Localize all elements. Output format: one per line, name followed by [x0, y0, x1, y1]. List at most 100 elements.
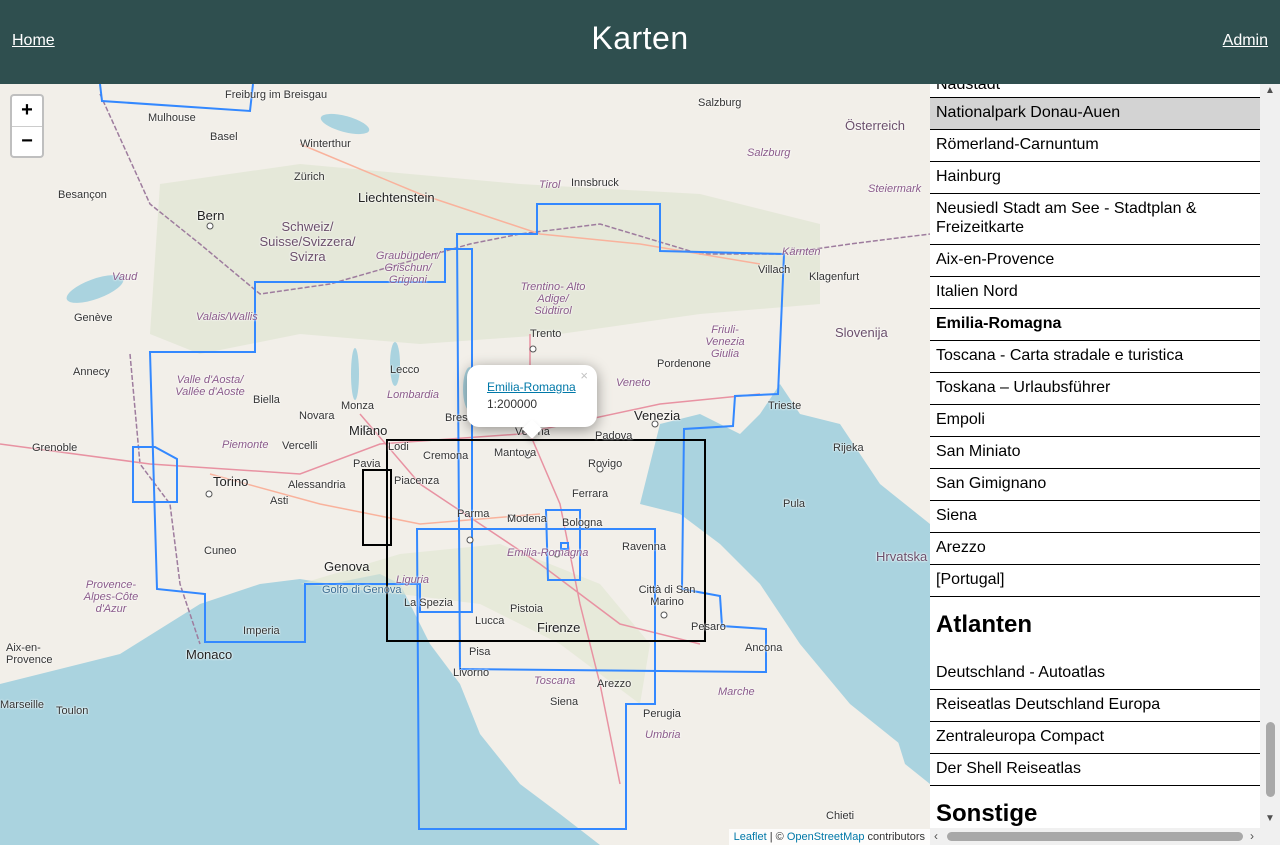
map-label: Valais/Wallis — [196, 311, 258, 323]
list-item[interactable]: San Gimignano — [930, 469, 1260, 501]
map-label: Pistoia — [510, 603, 544, 615]
map-label: Perugia — [643, 708, 681, 720]
map-label: Golfo di Genova — [322, 584, 402, 596]
sidebar-vertical-scrollbar[interactable]: ▲ ▼ — [1260, 84, 1280, 829]
scroll-up-icon[interactable]: ▲ — [1265, 85, 1275, 96]
map-popup: × Emilia-Romagna 1:200000 — [467, 365, 597, 439]
header: Home Karten Admin — [0, 0, 1280, 84]
horizontal-scroll-thumb[interactable] — [947, 832, 1243, 841]
map-label: Piacenza — [394, 475, 440, 487]
map-label: Ravenna — [622, 541, 667, 553]
list-item[interactable]: Siena — [930, 501, 1260, 533]
map-label: Innsbruck — [571, 177, 619, 189]
zoom-in-button[interactable]: + — [12, 96, 42, 126]
list-item[interactable]: Hainburg — [930, 162, 1260, 194]
map-label: Winterthur — [300, 138, 351, 150]
map-label: Villach — [758, 264, 791, 276]
list-item[interactable]: Deutschland - Autoatlas — [930, 658, 1260, 690]
map-label: Emilia-Romagna — [507, 547, 589, 559]
map-label: Venezia — [634, 408, 681, 423]
list-item[interactable]: Reiseatlas Deutschland Europa — [930, 690, 1260, 722]
map-label: Città di San Marino — [638, 584, 696, 608]
map-label: Besançon — [58, 189, 107, 201]
map-label: Biella — [253, 394, 280, 406]
section-heading-atlanten: Atlanten — [936, 611, 1032, 638]
list-item[interactable]: Arezzo — [930, 533, 1260, 565]
map-label: Steiermark — [868, 183, 922, 195]
map-label: Chieti — [826, 810, 855, 822]
map-label: Trentino- Alto Adige/ Südtirol — [520, 281, 586, 317]
map-label: Grenoble — [32, 442, 78, 454]
map-label: Monaco — [186, 647, 233, 662]
list-item[interactable]: Aix-en-Provence — [930, 245, 1260, 277]
map-label: Pisa — [469, 646, 491, 658]
zoom-control: + − — [10, 94, 44, 158]
map-label: Imperia — [243, 625, 280, 637]
map-label: Asti — [270, 495, 289, 507]
map-label: Toscana — [534, 675, 576, 687]
admin-link[interactable]: Admin — [1223, 32, 1268, 50]
map-label: Annecy — [73, 366, 110, 378]
popup-scale: 1:200000 — [487, 397, 538, 411]
map-label: Veneto — [616, 377, 651, 389]
map-label: Trieste — [768, 400, 802, 412]
map-label: Marseille — [0, 699, 45, 711]
list-item[interactable]: Zentraleuropa Compact — [930, 722, 1260, 754]
map-label: Friuli- Venezia Giulia — [705, 324, 745, 360]
map-label: Parma — [457, 508, 490, 520]
map-label: Cuneo — [204, 545, 237, 557]
scroll-left-icon[interactable]: ‹ — [934, 829, 938, 843]
map-label: Firenze — [537, 620, 581, 635]
map-label: Modena — [507, 513, 547, 525]
map-label: Ancona — [745, 642, 783, 654]
map-label: Lucca — [475, 615, 505, 627]
road — [209, 473, 541, 525]
list-item[interactable]: [Portugal] — [930, 565, 1260, 597]
map-label: Vaud — [112, 271, 138, 283]
map-label: Siena — [550, 696, 579, 708]
popup-close-button[interactable]: × — [580, 368, 588, 383]
list-item[interactable]: Nationalpark Donau-Auen — [930, 98, 1260, 130]
map-label: Freiburg im Breisgau — [225, 89, 328, 101]
map-label: Rovigo — [588, 458, 623, 470]
list-item-active[interactable]: Emilia-Romagna — [930, 309, 1260, 341]
map-label: Cremona — [423, 450, 469, 462]
list-item[interactable]: Italien Nord — [930, 277, 1260, 309]
map-label: Toulon — [56, 705, 89, 717]
map-label: Pavia — [353, 458, 381, 470]
leaflet-link[interactable]: Leaflet — [734, 831, 767, 843]
map-label: Trento — [530, 328, 562, 340]
map-label: Genève — [74, 312, 113, 324]
map-label: Lodi — [388, 441, 409, 453]
list-item[interactable]: Römerland-Carnuntum — [930, 130, 1260, 162]
map-label: Umbria — [645, 729, 681, 741]
popup-map-link[interactable]: Emilia-Romagna — [487, 379, 577, 396]
list-item[interactable]: Neusiedl Stadt am See - Stadtplan & Frei… — [930, 194, 1260, 245]
list-item[interactable]: Empoli — [930, 405, 1260, 437]
map-label: Zürich — [294, 171, 325, 183]
map-label: Kärnten — [782, 246, 821, 258]
map-list-sidebar[interactable]: Nadstadt Nationalpark Donau-Auen Römerla… — [930, 84, 1280, 845]
list-item[interactable]: Der Shell Reiseatlas — [930, 754, 1260, 786]
map-label: Klagenfurt — [809, 271, 860, 283]
section-heading-sonstige: Sonstige — [936, 800, 1038, 827]
sidebar-horizontal-scrollbar[interactable]: ‹ › — [930, 828, 1280, 845]
map-label: Ferrara — [572, 488, 609, 500]
list-item-cut[interactable]: Nadstadt — [930, 84, 1260, 98]
list-item[interactable]: San Miniato — [930, 437, 1260, 469]
attribution-separator: | © — [766, 831, 787, 843]
vertical-scroll-thumb[interactable] — [1266, 722, 1275, 797]
map-label: Alessandria — [288, 479, 346, 491]
map-label: Marche — [718, 686, 755, 698]
map-label: Livorno — [453, 667, 490, 679]
zoom-out-button[interactable]: − — [12, 126, 42, 156]
map-label: Monza — [341, 400, 375, 412]
map-label: Novara — [299, 410, 335, 422]
osm-link[interactable]: OpenStreetMap — [787, 831, 865, 843]
map-label: Lombardia — [387, 389, 439, 401]
list-item[interactable]: Toskana – Urlaubsführer — [930, 373, 1260, 405]
scroll-right-icon[interactable]: › — [1250, 829, 1254, 843]
map[interactable]: Freiburg im Breisgau Mulhouse Basel Wint… — [0, 84, 930, 845]
scroll-down-icon[interactable]: ▼ — [1265, 813, 1275, 824]
list-item[interactable]: Toscana - Carta stradale e turistica — [930, 341, 1260, 373]
